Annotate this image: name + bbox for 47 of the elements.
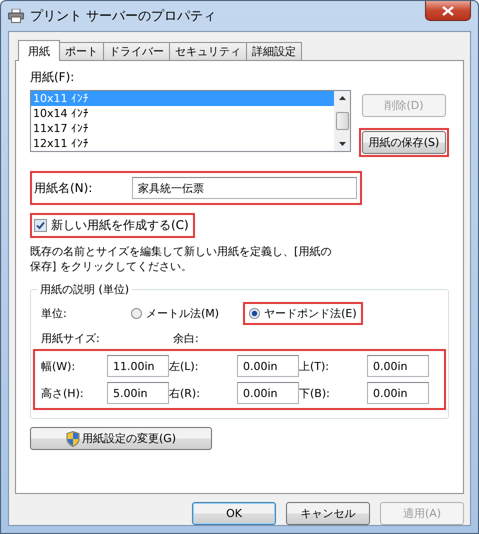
list-item[interactable]: 11x17 ｲﾝﾁ (31, 121, 334, 136)
close-button[interactable] (425, 1, 471, 21)
scroll-down-icon (338, 142, 346, 146)
input-field[interactable]: 0.00in (367, 382, 429, 404)
field-label: 上(T): (299, 358, 330, 374)
tab[interactable]: ドライバー (103, 42, 170, 60)
input-field[interactable]: 0.00in (237, 382, 299, 404)
list-item[interactable]: 10x14 ｲﾝﾁ (31, 106, 334, 121)
close-icon (442, 6, 454, 16)
printer-icon (8, 9, 24, 23)
side-button[interactable]: 用紙の保存(S) (362, 131, 446, 154)
dialog-button[interactable]: キャンセル (286, 502, 370, 525)
size-label: 用紙サイズ: (41, 331, 101, 346)
scroll-thumb[interactable] (336, 112, 348, 130)
input-field[interactable]: 0.00in (367, 355, 429, 377)
input-field[interactable]: 5.00in (107, 382, 169, 404)
input-field[interactable]: 11.00in (107, 355, 169, 377)
radio-button[interactable] (131, 308, 142, 318)
scroll-up-icon (338, 96, 346, 100)
radio-button[interactable] (249, 308, 260, 318)
input-field[interactable]: 0.00in (237, 355, 299, 377)
scrollbar[interactable] (334, 91, 350, 151)
paper-list[interactable]: 10x11 ｲﾝﾁ 10x14 ｲﾝﾁ 11x17 ｲﾝﾁ 12x11 ｲﾝﾁ (30, 90, 351, 152)
field-label: 幅(W): (41, 358, 76, 374)
paper-name-label: 用紙名(N): (34, 180, 94, 196)
field-label: 右(R): (169, 386, 201, 400)
radio-label[interactable]: メートル法(M) (146, 306, 220, 320)
window-title: プリント サーバーのプロパティ (30, 8, 218, 25)
checkbox[interactable] (34, 219, 47, 232)
field-label: 下(B): (299, 386, 331, 400)
paper-name-field[interactable]: 家具統一伝票 (132, 177, 357, 199)
tab[interactable]: セキュリティ (169, 42, 247, 60)
tab[interactable]: 詳細設定 (246, 42, 302, 60)
field-label: 高さ(H): (41, 386, 85, 400)
tab[interactable]: ポート (59, 42, 104, 60)
description-text: 既存の名前とサイズを編集して新しい用紙を定義し、[用紙の保存] をクリックしてください。 (30, 244, 332, 274)
shield-icon (66, 430, 80, 446)
units-label: 単位: (40, 306, 68, 320)
change-settings-button[interactable]: 用紙設定の変更(G) (30, 427, 212, 450)
dialog-button[interactable]: OK (192, 502, 276, 525)
group-title: 用紙の説明 (単位) (39, 282, 130, 297)
margin-label: 余白: (173, 331, 199, 346)
field-label: 左(L): (169, 358, 200, 374)
tab[interactable]: 用紙 (18, 40, 60, 61)
list-item[interactable]: 12x11 ｲﾝﾁ (31, 136, 334, 151)
paper-list-label: 用紙(F): (30, 69, 76, 86)
check-icon (36, 221, 45, 230)
